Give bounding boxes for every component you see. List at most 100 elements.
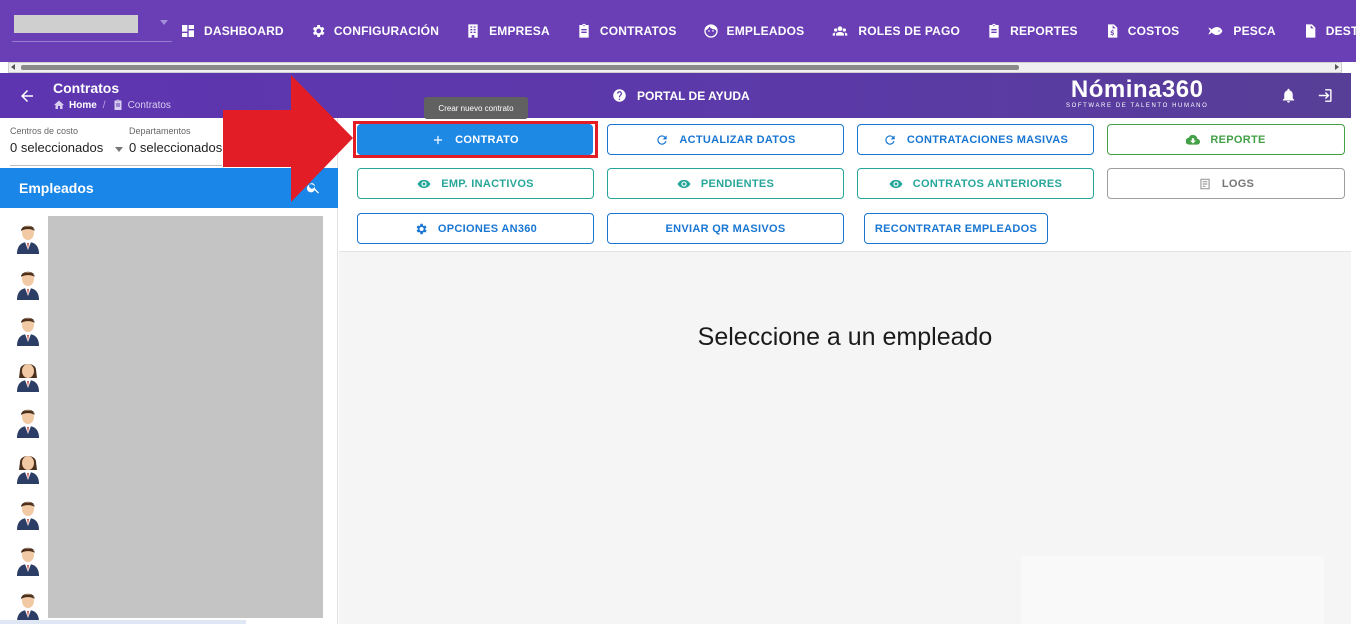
redacted-company-name [14,15,138,33]
button-label: CONTRATACIONES MASIVAS [906,133,1069,146]
male-avatar-icon [17,271,39,300]
nav-label: CONTRATOS [599,24,677,38]
empty-panel [1021,556,1324,624]
filter-value: 0 seleccionados [10,140,104,155]
nav-label: EMPLEADOS [726,24,805,38]
redacted-employee-names [48,216,323,618]
cost-center-filter[interactable]: Centros de costo 0 seleccionados [10,126,120,155]
nav-label: CONFIGURACIÓN [333,24,440,38]
horizontal-scrollbar[interactable] [8,62,1342,73]
mass-hiring-button[interactable]: CONTRATACIONES MASIVAS [857,124,1094,155]
an360-options-button[interactable]: OPCIONES AN360 [357,213,594,244]
invoice-icon [1107,24,1118,38]
logs-button[interactable]: LOGS [1107,168,1345,199]
nav-item-costos[interactable]: COSTOS [1104,23,1180,39]
pending-button[interactable]: PENDIENTES [607,168,844,199]
nav-item-contratos[interactable]: CONTRATOS [576,23,677,39]
breadcrumb-separator: / [102,99,106,111]
nav-item-empleados[interactable]: EMPLEADOS [703,23,805,39]
button-label: RECONTRATAR EMPLEADOS [874,222,1038,235]
eye-icon [677,179,691,188]
nav-label: DASHBOARD [204,24,284,38]
clipboard-icon [579,23,589,38]
logo-name: Nómina360 [1070,76,1204,103]
breadcrumb: Home / Contratos [53,99,171,111]
chevron-down-icon[interactable] [115,147,123,152]
nav-item-roles-de-pago[interactable]: ROLES DE PAGO [830,23,960,39]
employees-title: Empleados [19,180,94,196]
send-mass-qr-button[interactable]: ENVIAR QR MASIVOS [607,213,844,244]
nav-item-destajo[interactable]: DESTAJO [1302,23,1356,39]
refresh-icon [885,134,895,145]
nav-label: COSTOS [1127,24,1180,38]
scrollbar-thumb[interactable] [21,65,1019,70]
breadcrumb-current: Contratos [127,99,171,111]
scroll-right-icon[interactable] [1335,64,1339,70]
button-label: ENVIAR QR MASIVOS [665,222,786,235]
male-avatar-icon [17,317,39,346]
filter-label: Centros de costo [10,126,79,136]
help-circle-icon [613,89,626,102]
top-navigation-bar: DASHBOARD CONFIGURACIÓN EMPRESA CONTRATO… [0,0,1356,62]
gear-icon [416,223,427,234]
button-label: PENDIENTES [700,177,775,190]
chevron-down-icon [160,20,168,25]
female-avatar-icon [17,456,39,484]
logo-tagline: SOFTWARE DE TALENTO HUMANO [1066,103,1209,109]
clipboard-icon [989,23,999,38]
cloud-download-icon [1186,134,1201,145]
nav-item-pesca[interactable]: PESCA [1205,23,1276,39]
empty-state-message: Seleccione a un empleado [697,323,993,351]
button-label: EMP. INACTIVOS [441,177,534,190]
button-label: OPCIONES AN360 [437,222,538,235]
main-content: CONTRATO ACTUALIZAR DATOS CONTRATACIONES… [339,118,1351,624]
report-button[interactable]: REPORTE [1107,124,1345,155]
nav-label: ROLES DE PAGO [858,24,961,38]
button-label: LOGS [1221,177,1255,190]
building-icon [468,24,478,38]
male-avatar-icon [17,547,39,576]
refresh-data-button[interactable]: ACTUALIZAR DATOS [607,124,844,155]
tooltip: Crear nuevo contrato [424,97,528,119]
annotation-arrow-icon [223,75,353,202]
help-portal-label: PORTAL DE AYUDA [637,88,750,103]
male-avatar-icon [17,225,39,254]
nav-item-dashboard[interactable]: DASHBOARD [180,23,284,39]
home-icon [54,100,64,109]
scroll-left-icon[interactable] [11,64,15,70]
male-avatar-icon [17,501,39,530]
previous-contracts-button[interactable]: CONTRATOS ANTERIORES [857,168,1094,199]
bell-icon[interactable] [1280,87,1297,104]
eye-icon [417,179,431,188]
clipboard-icon [114,99,122,110]
page-header: Contratos Home / Contratos PORTAL DE AYU… [0,73,1351,118]
company-select[interactable] [12,14,172,42]
inactive-employees-button[interactable]: EMP. INACTIVOS [357,168,594,199]
nomina360-logo: Nómina360 SOFTWARE DE TALENTO HUMANO [1066,76,1209,110]
list-icon [1200,178,1210,189]
breadcrumb-home[interactable]: Home [69,100,97,111]
button-label: CONTRATOS ANTERIORES [912,177,1063,190]
fish-icon [1208,27,1223,35]
dashboard-icon [182,25,194,37]
face-icon [703,24,718,38]
document-icon [1305,24,1316,38]
people-icon [833,26,848,36]
page-title: Contratos [53,80,120,96]
refresh-icon [657,134,668,145]
female-avatar-icon [17,364,39,392]
back-arrow-icon[interactable] [18,87,36,105]
eye-icon [889,179,903,188]
nav-label: PESCA [1233,24,1276,38]
nav-label: EMPRESA [489,24,550,38]
annotation-highlight-box [353,121,598,158]
nav-item-empresa[interactable]: EMPRESA [465,23,550,39]
filter-underline [10,165,222,166]
logout-icon[interactable] [1316,87,1333,104]
nav-item-reportes[interactable]: REPORTES [986,23,1078,39]
help-portal-link[interactable]: PORTAL DE AYUDA [612,88,750,103]
rehire-employees-button[interactable]: RECONTRATAR EMPLEADOS [864,213,1048,244]
nav-item-configuracion[interactable]: CONFIGURACIÓN [310,23,439,39]
bottom-strip [0,620,246,624]
nav-label: DESTAJO [1325,24,1356,38]
